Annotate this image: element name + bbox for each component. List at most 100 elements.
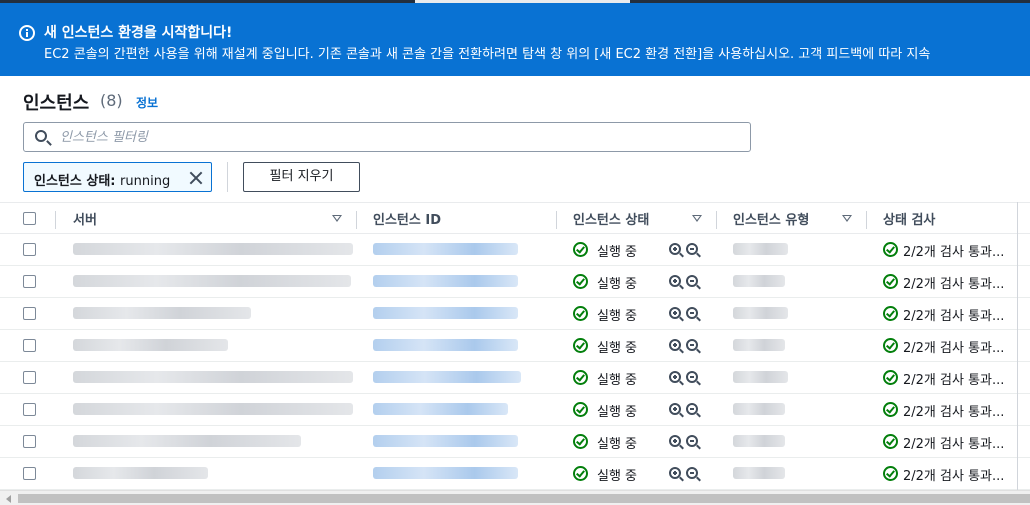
table-row[interactable]: 실행 중 2/2개 검사 통과... <box>0 394 1030 426</box>
check-passed-icon <box>883 242 898 257</box>
table-row[interactable]: 실행 중 2/2개 검사 통과... <box>0 330 1030 362</box>
table-row[interactable]: 실행 중 2/2개 검사 통과... <box>0 298 1030 330</box>
zoom-in-icon[interactable] <box>669 467 681 479</box>
row-checkbox[interactable] <box>23 403 36 416</box>
instance-id-link-redacted[interactable] <box>373 275 518 287</box>
zoom-out-icon[interactable] <box>686 307 698 319</box>
banner-title: 새 인스턴스 환경을 시작합니다! <box>44 25 233 41</box>
info-link[interactable]: 정보 <box>136 94 158 111</box>
row-checkbox[interactable] <box>23 307 36 320</box>
column-divider <box>866 211 867 229</box>
column-header-instance-state[interactable]: 인스턴스 상태 <box>573 209 649 228</box>
zoom-out-icon[interactable] <box>686 435 698 447</box>
check-passed-icon <box>883 434 898 449</box>
filter-search-box[interactable] <box>23 122 751 152</box>
zoom-in-icon[interactable] <box>669 435 681 447</box>
instance-id-link-redacted[interactable] <box>373 243 518 255</box>
table-row[interactable]: 실행 중 2/2개 검사 통과... <box>0 362 1030 394</box>
column-header-server[interactable]: 서버 <box>73 209 97 228</box>
running-status-icon <box>573 434 588 449</box>
info-icon <box>19 25 35 41</box>
table-row[interactable]: 실행 중 2/2개 검사 통과... <box>0 234 1030 266</box>
info-banner: 새 인스턴스 환경을 시작합니다! EC2 콘솔의 간편한 사용을 위해 재설계… <box>0 3 1030 76</box>
filter-token-key: 인스턴스 상태 <box>34 174 111 189</box>
status-check-label[interactable]: 2/2개 검사 통과... <box>903 433 1004 452</box>
row-checkbox[interactable] <box>23 243 36 256</box>
scrollbar-thumb[interactable] <box>18 494 1030 503</box>
instance-id-link-redacted[interactable] <box>373 435 518 447</box>
search-input[interactable] <box>60 127 720 147</box>
instance-id-link-redacted[interactable] <box>373 467 518 479</box>
status-check-label[interactable]: 2/2개 검사 통과... <box>903 401 1004 420</box>
status-check-label[interactable]: 2/2개 검사 통과... <box>903 305 1004 324</box>
zoom-out-icon[interactable] <box>686 371 698 383</box>
zoom-out-icon[interactable] <box>686 339 698 351</box>
status-check-label[interactable]: 2/2개 검사 통과... <box>903 273 1004 292</box>
server-name-redacted <box>73 307 251 319</box>
column-header-instance-id[interactable]: 인스턴스 ID <box>373 209 441 228</box>
row-checkbox[interactable] <box>23 275 36 288</box>
row-checkbox[interactable] <box>23 339 36 352</box>
table-row[interactable]: 실행 중 2/2개 검사 통과... <box>0 266 1030 298</box>
instance-type-redacted <box>733 275 785 287</box>
instance-state-label: 실행 중 <box>597 245 638 260</box>
row-checkbox[interactable] <box>23 435 36 448</box>
zoom-out-icon[interactable] <box>686 403 698 415</box>
instance-state-label: 실행 중 <box>597 277 638 292</box>
running-status-icon <box>573 402 588 417</box>
zoom-out-icon[interactable] <box>686 275 698 287</box>
horizontal-scrollbar[interactable] <box>0 490 1030 505</box>
row-checkbox[interactable] <box>23 467 36 480</box>
column-header-status-check[interactable]: 상태 검사 <box>883 209 935 228</box>
instance-state-label: 실행 중 <box>597 309 638 324</box>
row-checkbox[interactable] <box>23 371 36 384</box>
table-right-edge <box>1017 202 1018 490</box>
scroll-left-arrow-icon[interactable] <box>6 495 11 503</box>
column-divider <box>556 211 557 229</box>
close-icon[interactable] <box>188 170 204 186</box>
zoom-in-icon[interactable] <box>669 275 681 287</box>
status-check-label[interactable]: 2/2개 검사 통과... <box>903 369 1004 388</box>
running-status-icon <box>573 466 588 481</box>
zoom-in-icon[interactable] <box>669 403 681 415</box>
select-all-checkbox[interactable] <box>23 212 36 225</box>
status-check-label[interactable]: 2/2개 검사 통과... <box>903 465 1004 484</box>
running-status-icon <box>573 338 588 353</box>
instance-state-label: 실행 중 <box>597 469 638 484</box>
server-name-redacted <box>73 275 351 287</box>
running-status-icon <box>573 306 588 321</box>
instances-table: 서버 인스턴스 ID 인스턴스 상태 인스턴스 유형 상태 검사 실행 중 2/… <box>0 202 1030 490</box>
instance-id-link-redacted[interactable] <box>373 403 508 415</box>
instance-state-label: 실행 중 <box>597 437 638 452</box>
zoom-in-icon[interactable] <box>669 307 681 319</box>
server-name-redacted <box>73 403 353 415</box>
instance-state-label: 실행 중 <box>597 405 638 420</box>
check-passed-icon <box>883 274 898 289</box>
zoom-in-icon[interactable] <box>669 339 681 351</box>
status-check-label[interactable]: 2/2개 검사 통과... <box>903 337 1004 356</box>
clear-filters-button[interactable]: 필터 지우기 <box>243 162 360 192</box>
table-row[interactable]: 실행 중 2/2개 검사 통과... <box>0 426 1030 458</box>
zoom-out-icon[interactable] <box>686 243 698 255</box>
instance-id-link-redacted[interactable] <box>373 371 521 383</box>
server-name-redacted <box>73 467 208 479</box>
instance-type-redacted <box>733 307 788 319</box>
instance-id-link-redacted[interactable] <box>373 307 518 319</box>
filter-token: 인스턴스 상태: running <box>23 162 212 192</box>
filter-token-value: running <box>120 174 171 189</box>
zoom-in-icon[interactable] <box>669 243 681 255</box>
server-name-redacted <box>73 435 301 447</box>
table-row[interactable]: 실행 중 2/2개 검사 통과... <box>0 458 1030 490</box>
running-status-icon <box>573 370 588 385</box>
filter-token-label: 인스턴스 상태: running <box>34 170 170 189</box>
status-check-label[interactable]: 2/2개 검사 통과... <box>903 241 1004 260</box>
instance-state-label: 실행 중 <box>597 373 638 388</box>
zoom-in-icon[interactable] <box>669 371 681 383</box>
sort-icon[interactable] <box>692 215 702 222</box>
divider <box>227 162 228 192</box>
zoom-out-icon[interactable] <box>686 467 698 479</box>
column-header-instance-type[interactable]: 인스턴스 유형 <box>733 209 809 228</box>
sort-icon[interactable] <box>332 215 342 222</box>
sort-icon[interactable] <box>842 215 852 222</box>
instance-id-link-redacted[interactable] <box>373 339 518 351</box>
